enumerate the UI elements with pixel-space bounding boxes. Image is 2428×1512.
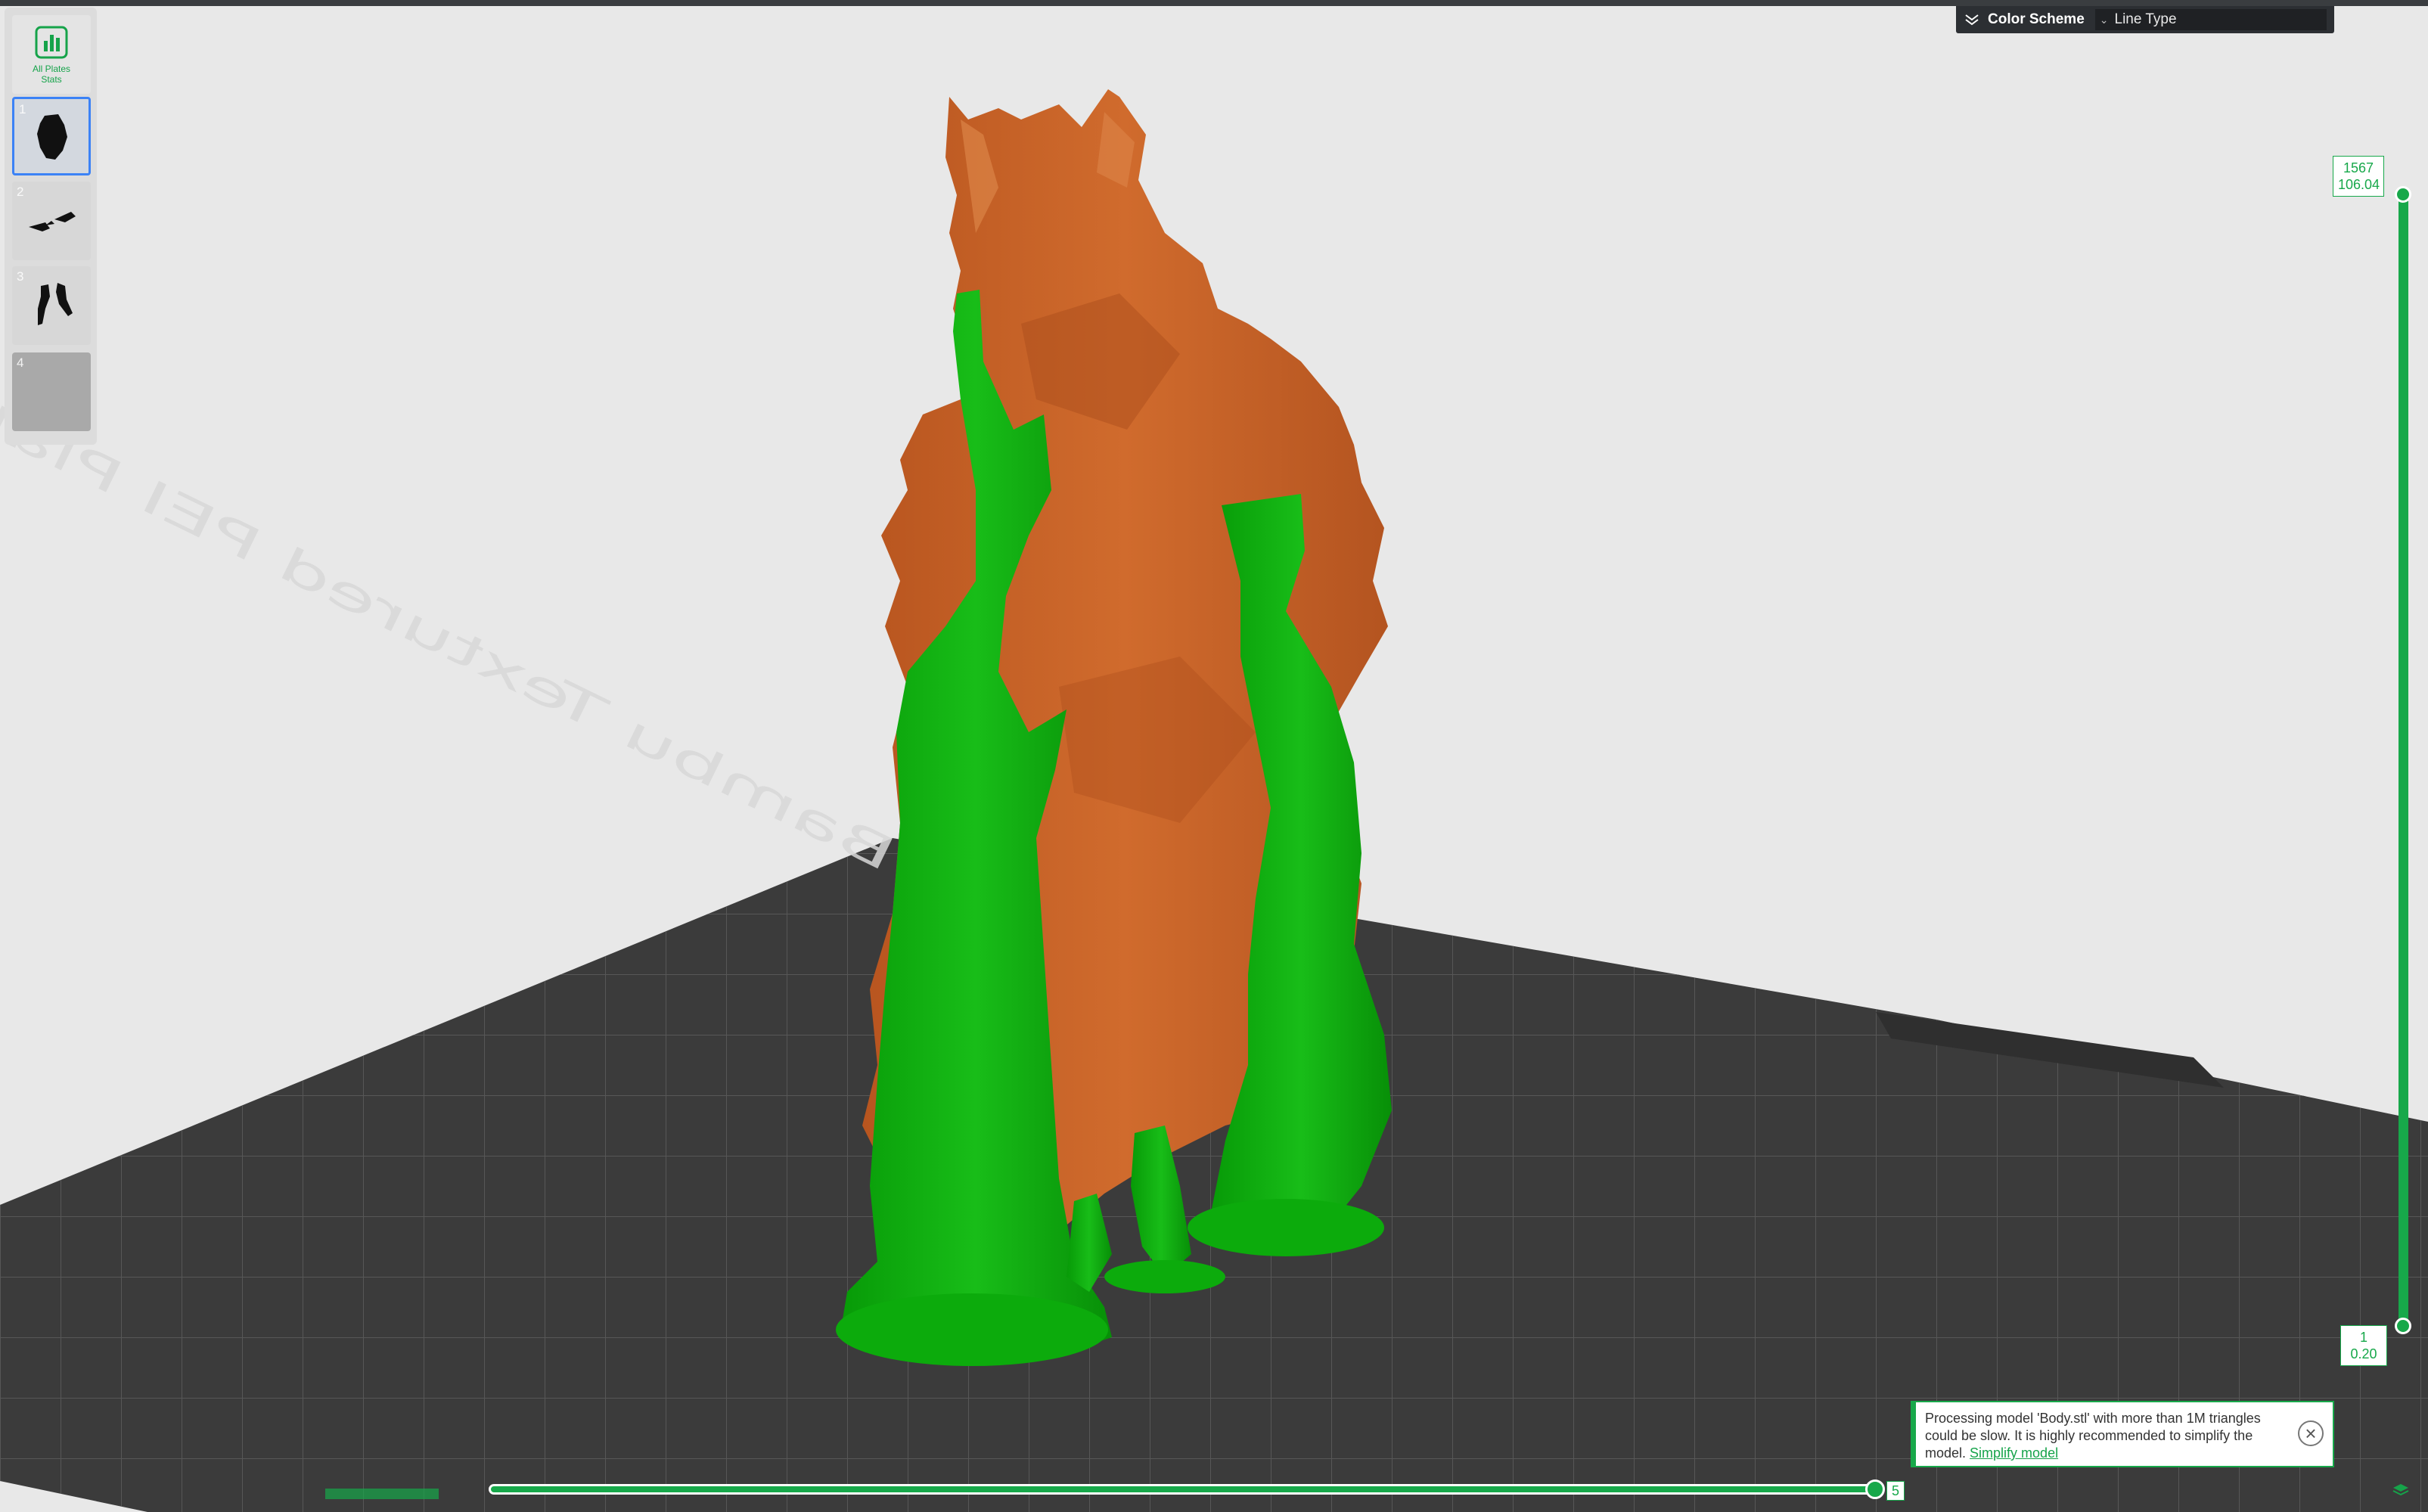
3d-viewport[interactable]: Bambu Textured PEI Plate	[0, 6, 2428, 1512]
simplify-model-link[interactable]: Simplify model	[1970, 1445, 2058, 1461]
plate-1-preview-icon	[37, 114, 67, 160]
plate-thumb-2[interactable]: 2	[12, 182, 91, 260]
window-top-strip	[0, 0, 2428, 6]
plate-thumb-3[interactable]: 3	[12, 266, 91, 345]
layer-slider-top-handle[interactable]	[2395, 186, 2411, 203]
stats-label: All Plates Stats	[32, 64, 71, 85]
color-scheme-select[interactable]: ⌄ Line Type	[2094, 9, 2327, 30]
top-layer-height: 106.04	[2338, 177, 2380, 192]
plate-2-preview-icon	[29, 212, 76, 231]
bottom-layer-height: 0.20	[2350, 1346, 2377, 1361]
plate-thumb-1[interactable]: 1	[12, 97, 91, 175]
layer-slider-track[interactable]	[2399, 194, 2408, 1328]
move-slider-value: 5	[1886, 1481, 1905, 1501]
top-layer-number: 1567	[2343, 160, 2374, 175]
collapse-chevron-icon[interactable]	[1956, 6, 1988, 33]
plate-label-text: Bambu Textured PEI Plate	[0, 367, 903, 882]
color-scheme-title: Color Scheme	[1988, 11, 2085, 27]
plate-thumb-4[interactable]: 4	[12, 352, 91, 431]
layer-slider-top-label: 1567 106.04	[2333, 156, 2384, 197]
layers-icon[interactable]	[2392, 1481, 2410, 1499]
plate-sidebar: All Plates Stats 1 2 3 4	[5, 8, 97, 445]
close-icon[interactable]: ×	[2298, 1420, 2324, 1446]
plate-3-preview-icon	[38, 283, 73, 325]
bottom-layer-number: 1	[2359, 1330, 2367, 1345]
move-slider-track[interactable]	[489, 1484, 1880, 1495]
color-scheme-value: Line Type	[2114, 11, 2177, 27]
all-plates-stats-button[interactable]: All Plates Stats	[12, 15, 91, 94]
plate-index: 4	[17, 355, 24, 370]
move-slider-handle[interactable]	[1865, 1479, 1885, 1499]
stats-icon	[35, 26, 68, 59]
color-scheme-panel: Color Scheme ⌄ Line Type	[1956, 6, 2334, 33]
chevron-down-icon: ⌄	[2099, 13, 2109, 26]
scene-canvas: Bambu Textured PEI Plate	[0, 89, 2428, 1512]
layer-slider-bottom-handle[interactable]	[2395, 1318, 2411, 1334]
simplify-notification: Processing model 'Body.stl' with more th…	[1911, 1401, 2334, 1467]
layer-slider-bottom-label: 1 0.20	[2340, 1325, 2387, 1366]
